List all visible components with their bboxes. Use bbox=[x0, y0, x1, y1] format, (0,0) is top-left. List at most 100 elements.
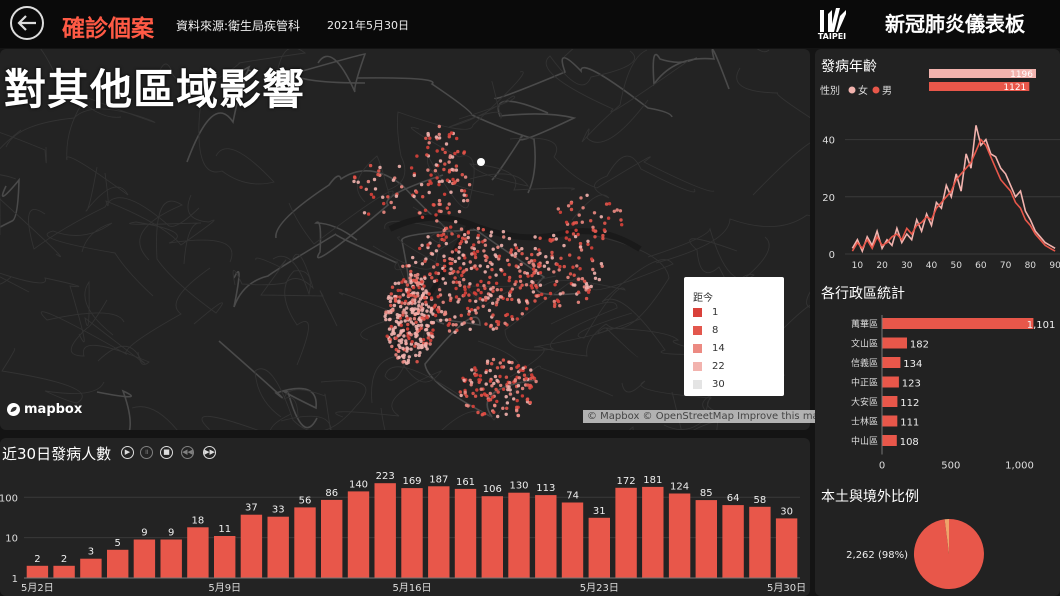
stop-button[interactable]: ■ bbox=[160, 446, 173, 459]
case-dot bbox=[387, 327, 392, 331]
case-dot bbox=[592, 271, 597, 275]
rewind-button[interactable]: ◀◀ bbox=[181, 446, 194, 459]
case-dot bbox=[488, 391, 492, 396]
case-dot bbox=[426, 168, 430, 172]
map-attribution[interactable]: © Mapbox © OpenStreetMap Improve this ma… bbox=[583, 410, 830, 423]
daily-bar bbox=[668, 493, 691, 578]
case-dot bbox=[495, 288, 499, 292]
case-dot bbox=[508, 388, 512, 392]
map-road bbox=[255, 257, 338, 327]
case-dot bbox=[493, 374, 498, 379]
case-dot bbox=[477, 240, 481, 244]
case-dot bbox=[471, 404, 475, 409]
case-dot bbox=[619, 218, 623, 222]
case-dot bbox=[462, 321, 466, 325]
case-dot bbox=[515, 405, 519, 409]
case-dot bbox=[469, 266, 474, 271]
x-tick-label: 500 bbox=[941, 461, 960, 472]
age-line-female bbox=[851, 125, 1056, 254]
case-dot bbox=[369, 192, 374, 197]
case-dot bbox=[500, 365, 504, 369]
case-dot bbox=[466, 231, 470, 235]
mapbox-logo[interactable]: mapbox bbox=[6, 402, 82, 417]
case-dot bbox=[400, 338, 404, 342]
case-dot bbox=[420, 280, 424, 284]
case-dot bbox=[584, 296, 589, 301]
case-dot bbox=[447, 170, 452, 174]
daily-bar bbox=[642, 486, 664, 578]
case-dot bbox=[460, 273, 464, 278]
case-dot bbox=[505, 297, 510, 302]
district-label: 文山區 bbox=[851, 338, 878, 350]
x-tick-label: 0 bbox=[879, 461, 885, 472]
x-tick-label: 50 bbox=[950, 261, 962, 271]
case-dot bbox=[453, 276, 457, 280]
case-dot bbox=[558, 304, 562, 308]
case-dot bbox=[490, 362, 494, 366]
case-dot bbox=[473, 264, 477, 268]
case-dot bbox=[501, 230, 506, 234]
case-dot bbox=[484, 258, 488, 263]
district-label: 信義區 bbox=[851, 357, 878, 369]
case-dot bbox=[494, 326, 499, 330]
case-dot bbox=[515, 390, 520, 394]
case-dot bbox=[442, 258, 447, 263]
case-dot bbox=[532, 264, 536, 268]
case-dot bbox=[443, 281, 448, 285]
case-dot bbox=[426, 133, 430, 137]
female-label: 女 bbox=[858, 84, 868, 97]
case-dot bbox=[390, 285, 395, 289]
back-button[interactable] bbox=[10, 6, 44, 40]
case-dot bbox=[555, 262, 559, 267]
case-dot bbox=[442, 254, 446, 258]
ratio-pie-chart: 2,262 (98%) bbox=[846, 519, 984, 589]
case-dot bbox=[510, 317, 515, 321]
case-dot bbox=[442, 228, 446, 233]
case-dot bbox=[443, 162, 447, 166]
play-button[interactable]: ▶ bbox=[121, 446, 134, 459]
bar-value-label: 33 bbox=[272, 505, 285, 516]
district-title: 各行政區統計 bbox=[821, 286, 905, 302]
case-dot bbox=[577, 213, 581, 217]
case-dot bbox=[383, 314, 387, 319]
case-dot bbox=[544, 255, 548, 259]
gender-bar-value: 1121 bbox=[1003, 83, 1026, 93]
case-dot bbox=[493, 253, 497, 257]
case-dot bbox=[435, 262, 440, 267]
case-dot bbox=[458, 242, 462, 246]
case-dot bbox=[538, 271, 543, 275]
case-dot bbox=[584, 286, 589, 290]
case-dot bbox=[579, 196, 583, 200]
bar-value-label: 64 bbox=[727, 493, 740, 504]
bar-value-label: 161 bbox=[456, 477, 475, 488]
legend-item: 30 bbox=[693, 379, 725, 390]
case-dot bbox=[491, 357, 496, 362]
fast-forward-button[interactable]: ▶▶ bbox=[203, 446, 216, 459]
case-dot bbox=[443, 150, 447, 155]
case-dot bbox=[557, 268, 561, 272]
case-dot bbox=[418, 246, 422, 251]
bar-value-label: 3 bbox=[88, 547, 94, 558]
case-dot bbox=[502, 235, 506, 239]
case-dot bbox=[597, 277, 601, 282]
bar-value-label: 9 bbox=[168, 528, 174, 539]
case-dot bbox=[525, 299, 529, 303]
case-dot bbox=[494, 273, 498, 277]
case-dot bbox=[499, 243, 504, 248]
case-dot bbox=[592, 211, 597, 215]
case-dot bbox=[454, 248, 458, 252]
legend-title: 距今 bbox=[693, 293, 713, 304]
case-dot bbox=[514, 252, 518, 256]
case-dot bbox=[491, 327, 495, 331]
case-dot bbox=[475, 249, 480, 254]
pause-button[interactable]: ॥ bbox=[140, 446, 153, 459]
case-dot bbox=[415, 330, 420, 334]
case-dot bbox=[577, 277, 581, 281]
case-dot bbox=[507, 385, 511, 389]
case-dot bbox=[471, 391, 475, 396]
district-bar bbox=[882, 318, 1034, 329]
x-tick-label: 5月30日 bbox=[767, 582, 806, 594]
case-dot bbox=[534, 379, 538, 384]
case-dot bbox=[498, 361, 502, 365]
case-dot bbox=[440, 179, 444, 183]
